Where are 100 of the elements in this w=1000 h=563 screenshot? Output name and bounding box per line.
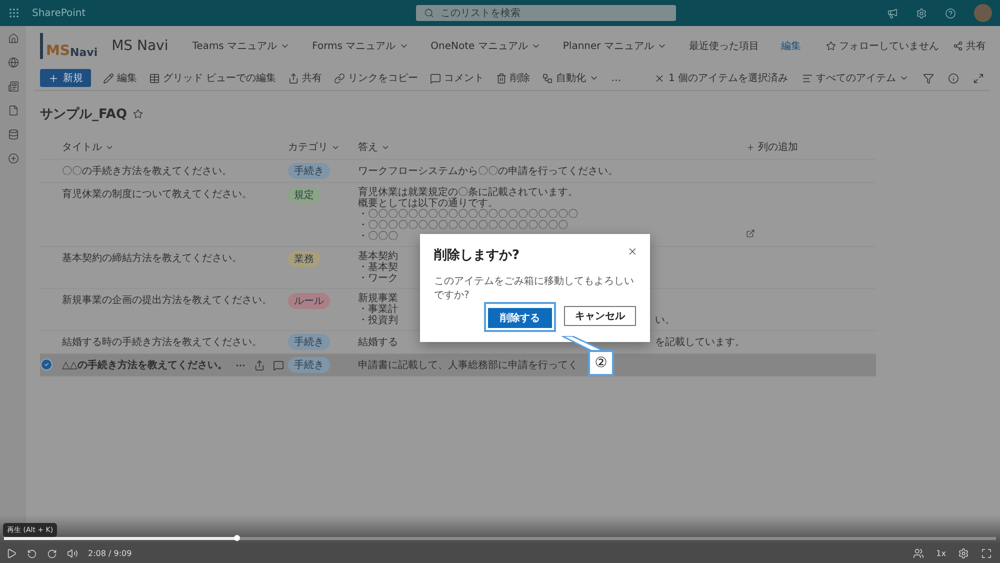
category-tag: 規定 — [288, 187, 320, 203]
follow-button[interactable]: フォローしていません — [826, 39, 939, 53]
column-header[interactable]: カテゴリ — [288, 140, 358, 154]
list-icon — [802, 72, 813, 84]
fullscreen-icon[interactable] — [981, 548, 992, 559]
column-header[interactable]: 答え — [358, 140, 746, 154]
filter-icon[interactable] — [923, 72, 934, 84]
progress-thumb[interactable] — [234, 535, 240, 541]
add-icon[interactable] — [8, 153, 18, 164]
answer-text: 概要としては以下の通りです。 — [358, 198, 498, 209]
trash-icon — [496, 72, 508, 84]
category-tag: 手続き — [288, 357, 330, 373]
answer-text: を記載しています。 — [655, 336, 746, 348]
answer-text: ・〇〇〇〇〇〇〇〇〇〇〇〇〇〇〇〇〇〇〇〇 — [358, 220, 568, 231]
new-button[interactable]: 新規 — [40, 69, 91, 87]
delete-button[interactable]: 削除する — [488, 308, 552, 328]
site-logo[interactable]: MSNavi — [40, 33, 98, 59]
answer-text: ・〇〇〇〇〇〇〇〇〇〇〇〇〇〇〇〇〇〇〇〇〇 — [358, 209, 578, 220]
category-tag: 手続き — [288, 163, 330, 179]
category-tag: ルール — [288, 293, 330, 309]
answer-text: 新規事業 — [358, 293, 398, 304]
nav-item[interactable]: Planner マニュアル — [562, 39, 667, 53]
file-icon[interactable] — [8, 105, 18, 116]
command-button[interactable]: 共有 — [288, 71, 322, 85]
progress-track[interactable] — [4, 537, 996, 540]
rewind-icon[interactable] — [27, 548, 37, 558]
title-cell[interactable]: 新規事業の企画の提出方法を教えてください。 — [62, 293, 272, 307]
play-icon[interactable] — [6, 548, 17, 559]
nav-item[interactable]: Forms マニュアル — [312, 39, 409, 53]
command-button[interactable]: 編集 — [103, 71, 137, 85]
nav-item[interactable]: 最近使った項目 — [688, 39, 759, 53]
view-selector[interactable]: すべてのアイテム — [802, 71, 909, 85]
answer-text: い。 — [655, 315, 676, 326]
answer-text: 育児休業は就業規定の〇条に記載されています。 — [358, 187, 578, 198]
news-icon[interactable] — [8, 81, 18, 92]
command-button[interactable]: グリッド ビューでの編集 — [149, 71, 276, 85]
more-button[interactable]: … — [611, 72, 622, 84]
step-number: ② — [588, 350, 614, 376]
megaphone-icon[interactable] — [887, 8, 898, 18]
column-header[interactable]: タイトル — [62, 140, 288, 154]
star-icon — [826, 41, 836, 51]
clear-selection-button[interactable]: 1 個のアイテムを選択済み — [654, 71, 788, 85]
external-link-icon — [746, 229, 755, 238]
star-icon[interactable] — [133, 109, 144, 119]
title-cell[interactable]: 〇〇の手続き方法を教えてください。 — [62, 164, 232, 178]
help-icon[interactable] — [945, 8, 956, 18]
nav-item[interactable]: OneNote マニュアル — [430, 39, 541, 53]
search-icon — [424, 8, 434, 18]
nav-item[interactable]: Teams マニュアル — [192, 39, 290, 53]
plus-icon — [48, 72, 59, 84]
title-cell[interactable]: △△の手続き方法を教えてください。 — [62, 358, 228, 372]
time-display: 2:08 / 9:09 — [88, 549, 132, 558]
comment-icon — [430, 72, 442, 84]
answer-text: ・投資判 — [358, 315, 398, 326]
answer-text: 申請書に記載して、人事総務部に申請を行ってく — [358, 360, 578, 370]
link-icon — [334, 72, 346, 84]
command-button[interactable]: 削除 — [496, 71, 530, 85]
app-name[interactable]: SharePoint — [32, 8, 86, 18]
answer-text: ・基本契 — [358, 262, 398, 273]
category-tag: 手続き — [288, 334, 330, 350]
add-column-button[interactable]: 列の追加 — [746, 140, 876, 154]
home-icon[interactable] — [8, 33, 18, 44]
comment-icon[interactable] — [273, 360, 284, 370]
list-title: サンプル_FAQ — [40, 106, 128, 123]
answer-text: ・ワーク — [358, 273, 398, 284]
pencil-icon — [103, 72, 114, 84]
share-icon — [288, 72, 300, 84]
database-icon[interactable] — [8, 129, 18, 140]
close-icon[interactable] — [627, 246, 638, 257]
settings-icon[interactable] — [916, 8, 927, 18]
answer-text: 結婚する — [358, 336, 398, 348]
speed-button[interactable]: 1x — [936, 549, 946, 558]
title-cell[interactable]: 育児休業の制度について教えてください。 — [62, 187, 252, 201]
volume-icon[interactable] — [67, 548, 78, 559]
answer-text: 基本契約 — [358, 251, 398, 262]
expand-icon[interactable] — [973, 72, 984, 84]
dialog-message: このアイテムをごみ箱に移動してもよろしいですか? — [434, 275, 635, 302]
search-field[interactable]: このリストを検索 — [416, 5, 676, 21]
cancel-button[interactable]: キャンセル — [564, 306, 636, 326]
command-button[interactable]: リンクをコピー — [334, 71, 418, 85]
site-title: MS Navi — [112, 38, 168, 54]
settings-icon[interactable] — [958, 548, 969, 559]
command-button[interactable]: 自動化 — [542, 71, 600, 85]
share-icon[interactable] — [254, 360, 266, 370]
people-icon[interactable] — [913, 548, 924, 559]
command-button[interactable]: コメント — [430, 71, 484, 85]
answer-text: ・事業計 — [358, 304, 398, 315]
forward-icon[interactable] — [47, 548, 57, 558]
title-cell[interactable]: 結婚する時の手続き方法を教えてください。 — [62, 335, 262, 349]
share-button[interactable]: 共有 — [953, 39, 986, 53]
share-icon — [953, 41, 963, 51]
globe-icon[interactable] — [8, 57, 18, 68]
dialog-title: 削除しますか? — [434, 247, 520, 264]
answer-text: ・〇〇〇 — [358, 231, 398, 242]
info-icon[interactable] — [948, 72, 959, 84]
list-row[interactable]: 〇〇の手続き方法を教えてください。 手続き ワークフローシステムから〇〇の申請を行ってください。 — [40, 160, 876, 183]
close-icon — [654, 72, 666, 84]
edit-link[interactable]: 編集 — [780, 39, 801, 53]
app-launcher-icon[interactable] — [8, 7, 20, 19]
title-cell[interactable]: 基本契約の締結方法を教えてください。 — [62, 251, 242, 265]
